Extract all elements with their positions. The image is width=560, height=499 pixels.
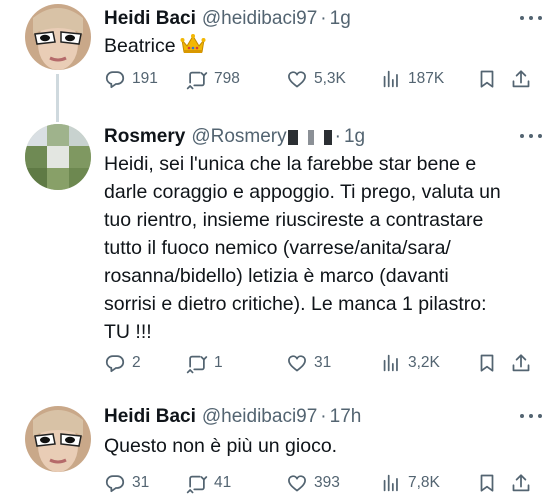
share-icon — [510, 472, 532, 494]
more-icon[interactable] — [520, 8, 542, 28]
reply-count: 31 — [132, 474, 150, 491]
share-icon — [510, 352, 532, 374]
reply-button[interactable]: 31 — [104, 470, 149, 496]
retweet-button[interactable]: 798 — [186, 66, 240, 92]
heart-icon — [286, 352, 308, 374]
reply-count: 2 — [132, 354, 141, 371]
retweet-count: 41 — [214, 474, 232, 491]
retweet-icon — [186, 71, 208, 90]
avatar-rosmery[interactable] — [25, 124, 91, 190]
heart-icon — [286, 472, 308, 494]
display-name[interactable]: Heidi Baci — [104, 8, 196, 30]
heart-icon — [286, 68, 308, 90]
like-count: 393 — [314, 474, 340, 491]
reply-icon — [104, 472, 126, 494]
tweet-text: Heidi, sei l'unica che la farebbe star b… — [104, 150, 544, 346]
separator-dot: · — [320, 406, 327, 427]
crown-emoji — [180, 34, 206, 53]
redacted-block — [307, 129, 314, 145]
share-button[interactable] — [510, 350, 532, 376]
tweet-text-line: rosanna/bidello) letizia è marco (davant… — [104, 265, 449, 287]
bookmark-icon — [476, 472, 498, 494]
bookmark-button[interactable] — [476, 470, 498, 496]
reply-button[interactable]: 2 — [104, 350, 141, 376]
tweet-text-line: TU !!! — [104, 321, 152, 343]
tweet-text-line: tutto il fuoco nemico (varrese/anita/sar… — [104, 237, 451, 259]
tweet-3[interactable]: Heidi Baci @heidibaci97 · 17h Questo non… — [0, 388, 560, 499]
tweet-text-line: darle coraggio e appoggio. Ti prego, val… — [104, 181, 501, 203]
thread-connector — [56, 108, 59, 122]
display-name[interactable]: Heidi Baci — [104, 406, 196, 428]
share-icon — [510, 68, 532, 90]
views-count: 187K — [408, 70, 445, 87]
views-count: 3,2K — [408, 354, 440, 371]
share-button[interactable] — [510, 470, 532, 496]
avatar-heidi[interactable] — [25, 4, 91, 70]
tweet-header: Heidi Baci @heidibaci97 · 1g — [104, 6, 351, 32]
user-handle[interactable]: @heidibaci97 — [202, 406, 317, 428]
reply-button[interactable]: 191 — [104, 66, 158, 92]
timestamp[interactable]: 17h — [330, 406, 362, 428]
retweet-count: 1 — [214, 354, 223, 371]
tweet-header: Rosmery @Rosmery · 1g — [104, 124, 365, 150]
bookmark-button[interactable] — [476, 350, 498, 376]
separator-dot: · — [320, 8, 327, 29]
retweet-icon — [186, 475, 208, 494]
retweet-button[interactable]: 1 — [186, 350, 223, 376]
action-bar: 2 1 31 3,2K — [104, 350, 544, 376]
views-button[interactable]: 7,8K — [380, 470, 440, 496]
tweet-1[interactable]: Heidi Baci @heidibaci97 · 1g Beatrice 19… — [0, 0, 560, 114]
action-bar: 191 798 5,3K 187K — [104, 66, 544, 92]
bookmark-icon — [476, 68, 498, 90]
display-name[interactable]: Rosmery — [104, 126, 185, 148]
tweet-2[interactable]: Rosmery @Rosmery · 1g Heidi, sei l'unica… — [0, 108, 560, 388]
redacted-block — [323, 129, 332, 145]
tweet-text-line: sorrisi e dietro critiche). Le manca 1 p… — [104, 293, 487, 315]
more-icon[interactable] — [520, 406, 542, 426]
tweet-text-line: Heidi, sei l'unica che la farebbe star b… — [104, 153, 477, 175]
user-handle[interactable]: @heidibaci97 — [202, 8, 317, 30]
like-button[interactable]: 393 — [286, 470, 340, 496]
views-button[interactable]: 3,2K — [380, 350, 440, 376]
views-icon — [380, 352, 402, 374]
reply-icon — [104, 352, 126, 374]
views-count: 7,8K — [408, 474, 440, 491]
redacted-block — [287, 129, 298, 145]
tweet-text-line: tuo rientro, insieme riuscireste a contr… — [104, 209, 484, 231]
views-icon — [380, 68, 402, 90]
share-button[interactable] — [510, 66, 532, 92]
reply-count: 191 — [132, 70, 158, 87]
reply-icon — [104, 68, 126, 90]
timestamp[interactable]: 1g — [344, 126, 365, 148]
timestamp[interactable]: 1g — [330, 8, 351, 30]
action-bar: 31 41 393 7,8K — [104, 470, 544, 496]
like-count: 5,3K — [314, 70, 346, 87]
retweet-icon — [186, 355, 208, 374]
like-count: 31 — [314, 354, 332, 371]
retweet-button[interactable]: 41 — [186, 470, 231, 496]
retweet-count: 798 — [214, 70, 240, 87]
views-icon — [380, 472, 402, 494]
tweet-text-line: Questo non è più un gioco. — [104, 435, 338, 457]
views-button[interactable]: 187K — [380, 66, 444, 92]
bookmark-icon — [476, 352, 498, 374]
bookmark-button[interactable] — [476, 66, 498, 92]
avatar-heidi[interactable] — [25, 406, 91, 472]
like-button[interactable]: 5,3K — [286, 66, 346, 92]
user-handle[interactable]: @Rosmery — [191, 126, 286, 148]
more-icon[interactable] — [520, 126, 542, 146]
tweet-text: Questo non è più un gioco. — [104, 432, 544, 460]
like-button[interactable]: 31 — [286, 350, 331, 376]
tweet-text: Beatrice — [104, 32, 544, 60]
tweet-text-line: Beatrice — [104, 35, 176, 57]
tweet-header: Heidi Baci @heidibaci97 · 17h — [104, 404, 361, 430]
separator-dot: · — [334, 126, 341, 147]
